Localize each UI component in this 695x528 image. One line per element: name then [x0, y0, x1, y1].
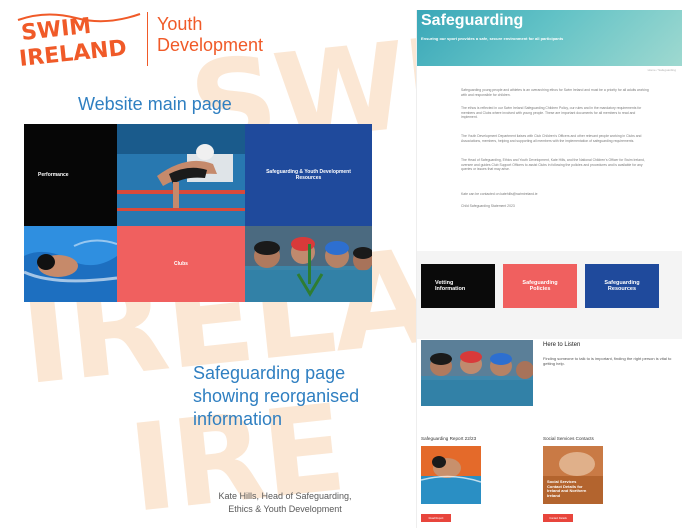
card-policies-label: Safeguarding Policies: [522, 280, 557, 293]
page-title: Safeguarding: [421, 12, 524, 29]
card-vetting-line1: Vetting: [435, 279, 454, 286]
card-policies-line1: Safeguarding: [522, 279, 558, 286]
social-services-thumbnail[interactable]: Social Services Contact Details for Irel…: [543, 446, 603, 504]
tile-safeguarding-line2: Resources: [295, 175, 322, 181]
caption-line3: information: [193, 409, 283, 429]
byline-line1: Kate Hills, Head of Safeguarding,: [218, 491, 352, 501]
tile-swimmer-photo[interactable]: [24, 226, 117, 302]
section-title-line1: Youth: [157, 14, 203, 34]
paragraph-3: The Youth Development Department liaises…: [461, 134, 642, 143]
card-resources-line2: Resources: [607, 286, 637, 292]
safeguarding-page-screenshot: Safeguarding Ensuring our sport provides…: [416, 10, 682, 528]
breadcrumb[interactable]: Home / Safeguarding: [648, 68, 676, 72]
section-title-line2: Development: [157, 35, 264, 55]
section-title: Youth Development: [157, 14, 263, 56]
diving-swimmer-image: [117, 124, 245, 226]
card-safeguarding-policies[interactable]: Safeguarding Policies: [503, 264, 577, 308]
paragraph-2: The ethos is reflected in our Swim Irela…: [461, 106, 642, 120]
here-to-listen-text: Finding someone to talk to is important,…: [543, 356, 672, 367]
slide: SWIM IRELAND IRE SWIM IRELAND Youth Deve…: [0, 0, 695, 528]
caption-line2: showing reorganised: [193, 386, 360, 406]
statement-link[interactable]: Child Safeguarding Statement 2023: [461, 204, 651, 209]
main-page-label: Website main page: [78, 94, 232, 114]
social-services-thumb-label: Social Services Contact Details for Irel…: [547, 479, 587, 498]
tile-performance[interactable]: Performance: [24, 124, 117, 226]
social-services-title: Social Services Contacts: [543, 436, 594, 441]
tile-safeguarding-resources[interactable]: Safeguarding & Youth Development Resourc…: [245, 124, 372, 226]
card-vetting-label: Vetting Information: [435, 280, 465, 293]
report-thumbnail-image: [421, 446, 481, 504]
tile-clubs[interactable]: Clubs: [117, 226, 245, 302]
byline: Kate Hills, Head of Safeguarding, Ethics…: [205, 490, 365, 516]
main-page-grid: Performance Safeguarding & Youth Develop…: [24, 124, 372, 302]
swim-ireland-logo: SWIM IRELAND: [17, 13, 141, 72]
contact-details-button[interactable]: Contact Details: [543, 514, 573, 522]
here-to-listen-image: [421, 340, 533, 406]
card-policies-line2: Policies: [529, 286, 551, 292]
swimmer-image: [24, 226, 117, 302]
card-resources-label: Safeguarding Resources: [604, 280, 639, 293]
contact-line[interactable]: Kate can be contacted on katehills@swimi…: [461, 192, 651, 197]
read-report-label: Read Report: [428, 516, 444, 520]
card-vetting-line2: Information: [435, 286, 466, 292]
paragraph-1: Safeguarding young people and athletes i…: [461, 88, 649, 97]
tile-clubs-label: Clubs: [174, 261, 188, 267]
tile-safeguarding-label: Safeguarding & Youth Development Resourc…: [266, 169, 351, 181]
paragraph-4: The Head of Safeguarding, Ethics and You…: [461, 158, 645, 172]
here-to-listen-title: Here to Listen: [543, 342, 581, 348]
card-safeguarding-resources[interactable]: Safeguarding Resources: [585, 264, 659, 308]
caption-line1: Safeguarding page: [193, 363, 346, 383]
reorganised-caption: Safeguarding page showing reorganised in…: [193, 362, 359, 431]
page-banner: Safeguarding Ensuring our sport provides…: [417, 10, 682, 66]
card-resources-line1: Safeguarding: [604, 279, 640, 286]
report-title: Safeguarding Report 22/23: [421, 436, 477, 441]
read-report-button[interactable]: Read Report: [421, 514, 451, 522]
listen-swimmers-image: [421, 340, 533, 406]
page-subtitle: Ensuring our sport provides a safe, secu…: [421, 36, 564, 41]
tile-performance-label: Performance: [38, 172, 69, 178]
down-arrow-icon: [296, 244, 324, 297]
byline-line2: Ethics & Youth Development: [228, 504, 342, 514]
contact-details-label: Contact Details: [549, 516, 567, 520]
card-vetting-information[interactable]: Vetting Information: [421, 264, 495, 308]
tile-diving-swimmer-photo[interactable]: [117, 124, 245, 226]
logo-divider: [147, 12, 148, 66]
report-thumbnail[interactable]: [421, 446, 481, 504]
